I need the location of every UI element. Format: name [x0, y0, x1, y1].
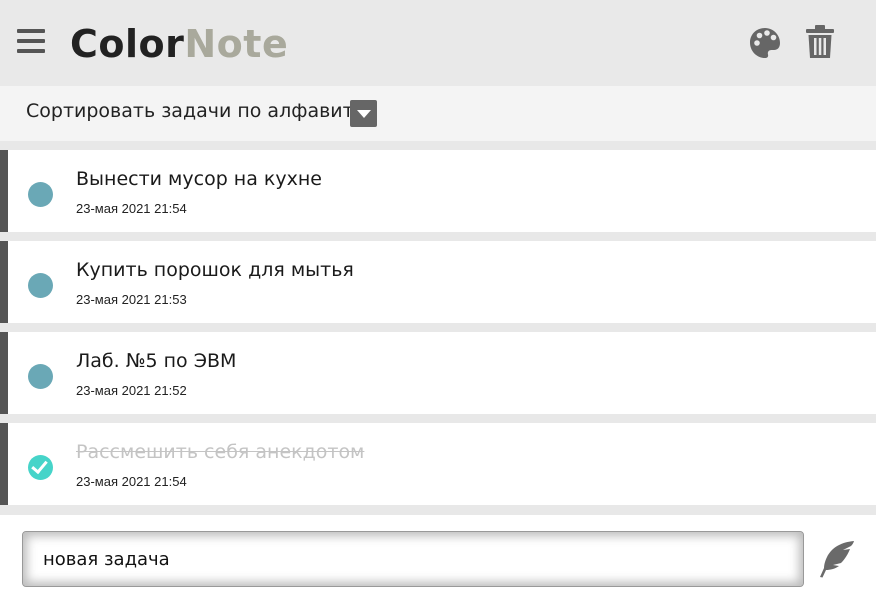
menu-icon[interactable] [17, 29, 47, 55]
task-item[interactable]: Рассмешить себя анекдотом 23-мая 2021 21… [0, 423, 876, 505]
checkmark-icon[interactable] [28, 455, 53, 480]
task-edge [0, 241, 8, 323]
task-status-circle[interactable] [28, 182, 53, 207]
chevron-down-icon[interactable] [350, 100, 377, 127]
task-edge [0, 150, 8, 232]
feather-icon[interactable] [816, 538, 858, 580]
task-item[interactable]: Вынести мусор на кухне 23-мая 2021 21:54 [0, 150, 876, 232]
trash-icon[interactable] [806, 25, 834, 59]
task-item[interactable]: Купить порошок для мытья 23-мая 2021 21:… [0, 241, 876, 323]
task-title: Купить порошок для мытья [76, 259, 354, 281]
task-status-circle[interactable] [28, 364, 53, 389]
task-date: 23-мая 2021 21:54 [76, 474, 187, 489]
palette-icon[interactable] [748, 26, 782, 60]
logo-part-color: Color [70, 22, 185, 66]
task-title: Вынести мусор на кухне [76, 168, 322, 190]
task-edge [0, 423, 8, 505]
task-date: 23-мая 2021 21:53 [76, 292, 187, 307]
app-window: ColorNote Сортировать задачи по алфавиту… [0, 0, 876, 606]
new-task-input[interactable] [22, 531, 804, 587]
task-item[interactable]: Лаб. №5 по ЭВМ 23-мая 2021 21:52 [0, 332, 876, 414]
task-status-circle[interactable] [28, 273, 53, 298]
task-edge [0, 332, 8, 414]
app-logo: ColorNote [70, 20, 288, 68]
logo-part-note: Note [184, 22, 289, 66]
task-title: Лаб. №5 по ЭВМ [76, 350, 237, 372]
task-date: 23-мая 2021 21:54 [76, 201, 187, 216]
header: ColorNote [0, 0, 876, 86]
sort-label: Сортировать задачи по алфавиту [26, 100, 365, 122]
task-date: 23-мая 2021 21:52 [76, 383, 187, 398]
sort-bar: Сортировать задачи по алфавиту [0, 86, 876, 141]
task-title-completed: Рассмешить себя анекдотом [76, 441, 365, 463]
